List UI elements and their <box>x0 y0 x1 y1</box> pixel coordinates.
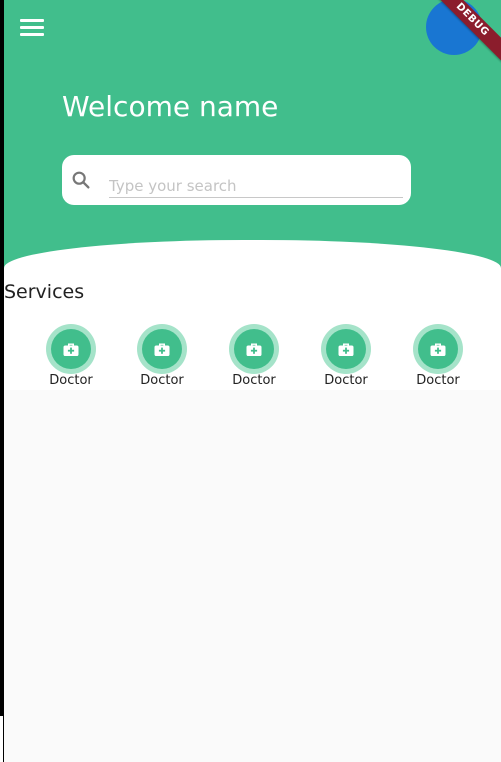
menu-button[interactable] <box>18 16 46 38</box>
service-icon-ring <box>46 324 96 374</box>
header-banner <box>4 0 501 280</box>
service-label: Doctor <box>232 373 276 388</box>
medical-bag-icon <box>154 343 170 356</box>
search-input[interactable] <box>109 175 403 198</box>
service-icon-ring <box>321 324 371 374</box>
hamburger-menu-icon <box>20 19 44 22</box>
search-icon[interactable] <box>70 169 92 191</box>
service-label: Doctor <box>49 373 93 388</box>
window-edge-bottom <box>0 716 3 762</box>
service-item-doctor[interactable]: Doctor <box>218 323 288 389</box>
medical-bag-icon <box>430 343 446 356</box>
service-item-doctor[interactable]: Doctor <box>126 323 196 389</box>
hamburger-menu-icon-bar <box>20 33 44 36</box>
page-title: Welcome name <box>62 90 279 123</box>
medical-bag-icon <box>246 343 262 356</box>
service-item-doctor[interactable]: Doctor <box>310 323 380 389</box>
service-label: Doctor <box>416 373 460 388</box>
section-title: Services <box>4 281 85 303</box>
service-icon-ring <box>137 324 187 374</box>
service-label: Doctor <box>140 373 184 388</box>
service-icon-ring <box>229 324 279 374</box>
search-bar <box>62 155 411 205</box>
medical-bag-icon <box>63 343 79 356</box>
service-item-doctor[interactable]: Doctor <box>402 323 472 389</box>
app-screen: DEBUG Welcome name Services Doctor <box>4 0 501 762</box>
hamburger-menu-icon-bar <box>20 26 44 29</box>
medical-bag-icon <box>338 343 354 356</box>
service-icon-ring <box>413 324 463 374</box>
service-label: Doctor <box>324 373 368 388</box>
service-item-doctor[interactable]: Doctor <box>35 323 105 389</box>
